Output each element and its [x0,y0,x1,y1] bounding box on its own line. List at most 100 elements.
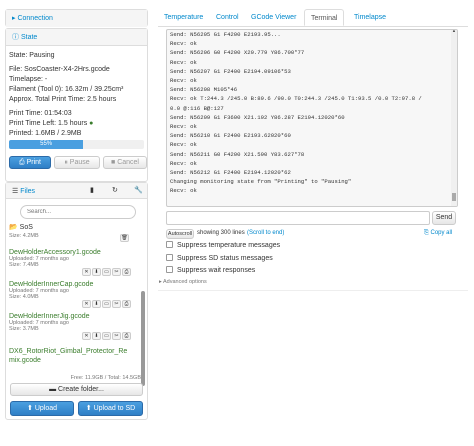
terminal-line: Recv: ok [170,141,197,149]
info-icon: ⓘ [12,34,19,41]
print-time-left-text: Print Time Left: 1.5 hours [9,120,88,127]
suppress-wait-checkbox[interactable]: Suppress wait responses [166,266,255,274]
download-icon[interactable]: ⬇ [92,332,101,340]
file-list-scrollbar[interactable] [141,291,145,386]
terminal-line: Recv: ok [170,77,197,85]
list-item[interactable]: DewHolderInnerJig.gcode Uploaded: 7 mont… [9,313,131,345]
create-folder-button[interactable]: ▬ Create folder... [10,383,143,396]
download-icon[interactable]: ⬇ [92,268,101,276]
delete-icon[interactable]: ✕ [82,268,91,276]
search-input[interactable] [20,205,136,219]
print-time-left-line: Print Time Left: 1.5 hours ● [9,119,144,129]
print-button[interactable]: ⎙ Print [9,156,51,169]
copy-all-link[interactable]: ⎘ Copy all [424,230,452,237]
file-name[interactable]: DewHolderAccessory1.gcode [9,249,131,256]
file-name[interactable]: DewHolderInnerCap.gcode [9,281,131,288]
state-title[interactable]: State [21,34,37,41]
stop-icon: ■ [111,159,116,166]
terminal-line: Send: N56209 G1 F3600 X21.192 Y86.287 E2… [170,113,345,121]
print-icon: ⎙ [19,159,25,166]
tab-temperature[interactable]: Temperature [158,9,209,26]
pause-button[interactable]: ⏸ Pause [54,156,100,169]
slice-icon[interactable]: ✂ [112,268,121,276]
terminal-output[interactable]: Send: N56205 G1 F4200 E2193.95... Recv: o… [166,29,458,207]
slice-icon[interactable]: ✂ [112,300,121,308]
progress-fill: 55% [9,140,84,149]
chevron-right-icon: ▸ [12,15,16,22]
checkbox-box[interactable] [166,266,173,273]
print-file-icon[interactable]: ⎙ [122,300,131,308]
autoscroll-button[interactable]: Autoscroll [166,229,194,239]
files-title[interactable]: Files [20,188,35,195]
folder-open-icon[interactable]: ▭ [102,332,111,340]
list-icon: ☰ [12,188,19,195]
print-file-icon[interactable]: ⎙ [122,332,131,340]
state-panel: ⓘ State State: Pausing File: SosCoaster-… [5,28,148,182]
upload-button[interactable]: ⬆ Upload [10,401,74,416]
cancel-button[interactable]: ■ Cancel [103,156,147,169]
slice-icon[interactable]: ✂ [112,332,121,340]
files-header[interactable]: ☰ Files ▮ ↻ 🔧 [6,183,147,199]
list-item[interactable]: DX6_RotorRiot_Gimbal_Protector_Remix.gco… [9,347,131,377]
refresh-icon[interactable]: ↻ [112,186,118,195]
scroll-to-end-link[interactable]: (Scroll to end) [247,230,284,236]
upload-sd-label: Upload to SD [93,405,136,412]
file-icon[interactable]: ▮ [90,186,94,195]
connection-panel: ▸ Connection [5,9,148,27]
terminal-line: Recv: ok [170,159,197,167]
file-name[interactable]: DX6_RotorRiot_Gimbal_Protector_Remix.gco… [9,347,131,365]
approx-line: Approx. Total Print Time: 2.5 hours [9,96,117,103]
state-line: State: Pausing [9,52,55,59]
showing-lines: showing 300 lines [197,230,245,236]
progress-label: 55% [40,141,53,147]
checkbox-label: Suppress temperature messages [177,242,281,249]
delete-icon[interactable]: ✕ [82,300,91,308]
advanced-options-label: Advanced options [163,279,207,285]
download-icon[interactable]: ⬇ [92,300,101,308]
cancel-button-label: Cancel [117,159,139,166]
trash-icon[interactable]: 🗑 [120,234,129,242]
state-header[interactable]: ⓘ State [6,29,147,46]
tab-gcode-viewer[interactable]: GCode Viewer [245,9,302,26]
checkbox-label: Suppress wait responses [177,267,256,274]
terminal-line: Recv: ok T:244.3 /245.0 B:89.6 /90.0 T0:… [170,95,422,103]
connection-title[interactable]: Connection [17,15,52,22]
scroll-thumb[interactable] [452,193,456,201]
folder-open-icon[interactable]: ▭ [102,268,111,276]
folder-item[interactable]: 📂 SoS Size: 4.2MB 🗑 [9,223,131,245]
folder-open-icon[interactable]: ▭ [102,300,111,308]
tab-terminal[interactable]: Terminal [304,9,345,26]
command-input[interactable] [166,211,430,225]
list-item[interactable]: DewHolderInnerCap.gcode Uploaded: 7 mont… [9,281,131,313]
copy-all-label: Copy all [430,230,453,236]
delete-icon[interactable]: ✕ [82,332,91,340]
checkbox-box[interactable] [166,241,173,248]
pause-button-label: Pause [69,159,90,166]
wrench-icon[interactable]: 🔧 [134,186,143,195]
suppress-sd-status-checkbox[interactable]: Suppress SD status messages [166,254,273,262]
folder-size: Size: 4.2MB [9,233,39,239]
file-name[interactable]: DewHolderInnerJig.gcode [9,313,131,320]
tab-control[interactable]: Control [210,9,245,26]
suppress-temperature-checkbox[interactable]: Suppress temperature messages [166,241,280,249]
terminal-line: 0.0 @:116 B@:127 [170,104,224,112]
list-item[interactable]: DewHolderAccessory1.gcode Uploaded: 7 mo… [9,249,131,281]
folder-name: SoS [19,224,33,231]
upload-sd-button[interactable]: ⬆ Upload to SD [78,401,143,416]
scroll-up-arrow[interactable]: ▲ [451,30,457,34]
copy-icon: ⎘ [424,230,429,236]
checkbox-label: Suppress SD status messages [177,255,273,262]
print-time-line: Print Time: 01:54:03 [9,110,72,117]
terminal-line: Send: N56212 G1 F2400 E2194.12020*62 [170,169,291,177]
printed-line: Printed: 1.6MB / 2.9MB [9,130,82,137]
print-file-icon[interactable]: ⎙ [122,268,131,276]
tab-timelapse[interactable]: Timelapse [348,9,392,26]
send-button[interactable]: Send [432,211,456,225]
upload-label: Upload [34,405,57,412]
connection-header[interactable]: ▸ Connection [6,10,147,27]
checkbox-box[interactable] [166,254,173,261]
terminal-line: Send: N56208 M105*46 [170,86,238,94]
file-line: File: SosCoaster-X4-2Hrs.gcode [9,66,110,73]
terminal-scrollbar[interactable]: ▲ [451,30,457,206]
advanced-options-link[interactable]: ▸ Advanced options [159,279,207,285]
